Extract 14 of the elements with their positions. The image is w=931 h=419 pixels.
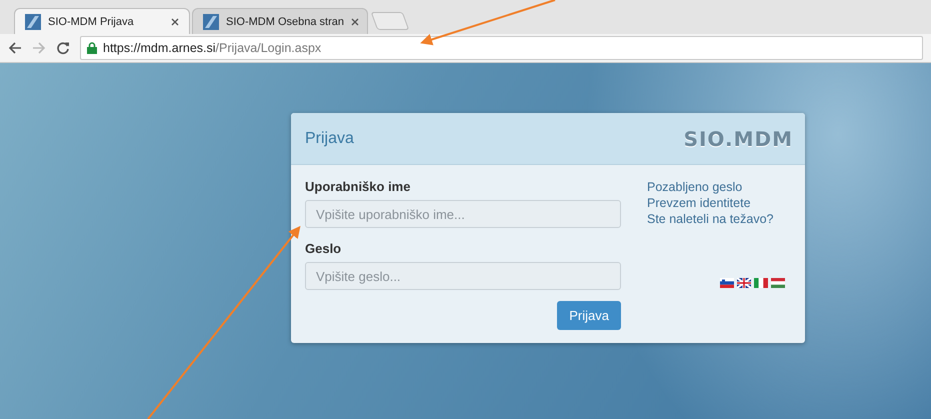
browser-tab[interactable]: SIO-MDM Osebna stran — [192, 8, 368, 34]
input-field[interactable]: Vpišite uporabniško ime... — [305, 200, 621, 228]
logo: SIO.MDM — [684, 126, 793, 150]
link[interactable]: Pozabljeno geslo — [647, 179, 793, 195]
input-field[interactable]: Vpišite geslo... — [305, 262, 621, 290]
card-title: Prijava — [305, 130, 354, 148]
login-button[interactable]: Prijava — [557, 301, 621, 330]
field-label: Uporabniško ime — [305, 179, 412, 194]
field-label: Geslo — [305, 241, 342, 256]
url-text: https://mdm.arnes.si/Prijava/Login.aspx — [103, 41, 322, 55]
link[interactable]: Prevzem identitete — [647, 195, 793, 211]
address-bar[interactable]: https://mdm.arnes.si/Prijava/Login.aspx — [80, 36, 923, 60]
link[interactable]: Ste naleteli na težavo? — [647, 211, 793, 227]
browser-tab[interactable]: SIO-MDM Prijava — [14, 8, 190, 34]
